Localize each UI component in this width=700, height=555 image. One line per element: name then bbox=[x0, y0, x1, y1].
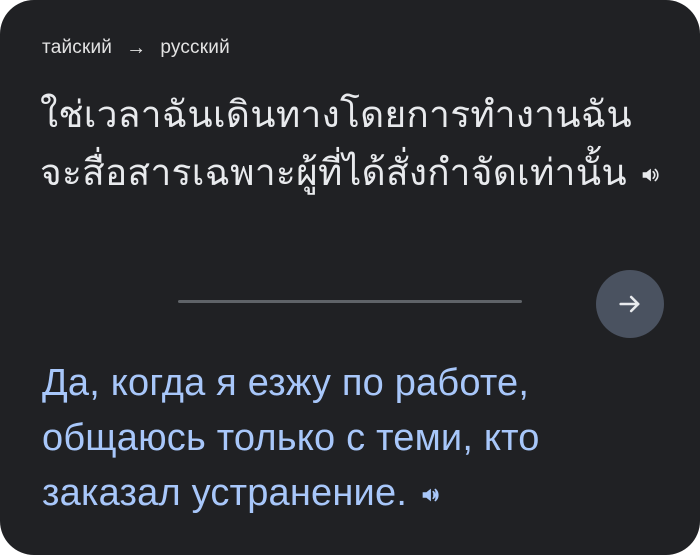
translation-card: тайский → русский ใช่เวลาฉันเดินทางโดยกา… bbox=[0, 0, 700, 555]
source-language-label[interactable]: тайский bbox=[42, 37, 112, 59]
arrow-right-icon: → bbox=[126, 37, 147, 59]
speaker-icon[interactable] bbox=[419, 484, 441, 506]
source-text-block: ใช่เวลาฉันเดินทางโดยการทำงานฉันจะสื่อสาร… bbox=[40, 86, 670, 202]
open-translation-button[interactable] bbox=[596, 270, 664, 338]
translation-text: Да, когда я езжу по работе, общаюсь толь… bbox=[42, 362, 540, 514]
divider bbox=[178, 300, 522, 303]
source-text: ใช่เวลาฉันเดินทางโดยการทำงานฉันจะสื่อสาร… bbox=[40, 93, 632, 194]
arrow-right-icon bbox=[619, 295, 640, 313]
translation-text-block: Да, когда я езжу по работе, общаюсь толь… bbox=[42, 356, 672, 521]
target-language-label[interactable]: русский bbox=[160, 37, 230, 59]
speaker-icon[interactable] bbox=[639, 164, 661, 186]
language-pair[interactable]: тайский → русский bbox=[42, 34, 230, 62]
